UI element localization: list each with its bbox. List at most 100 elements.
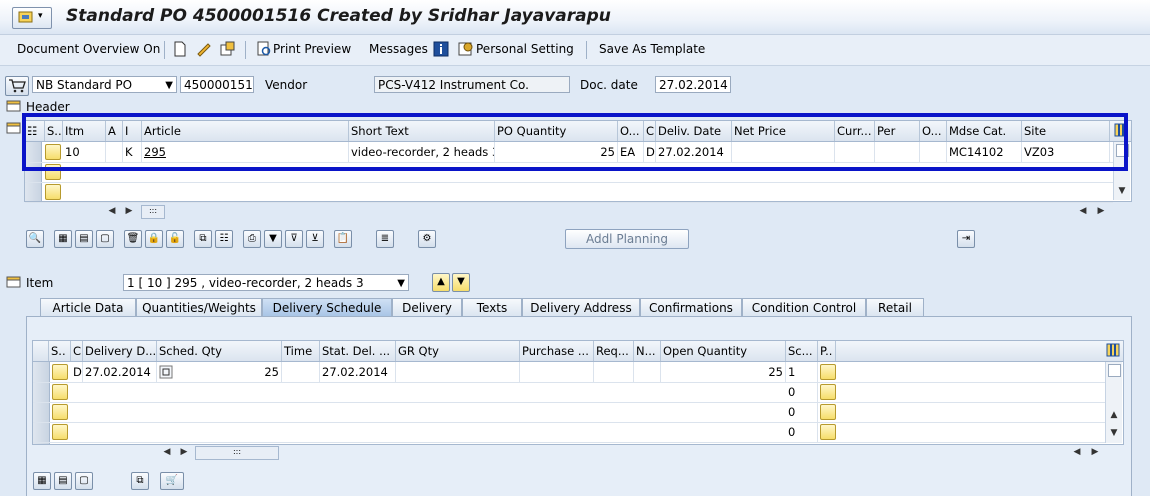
scroll-up-icon[interactable]: ▲: [1107, 408, 1121, 422]
scroll-left-icon[interactable]: ◀: [1070, 445, 1084, 459]
scroll-down-icon[interactable]: ▼: [1107, 426, 1121, 440]
col-header-select[interactable]: [33, 341, 49, 361]
scroll-right-icon[interactable]: ▶: [1094, 204, 1108, 218]
shopping-cart-button[interactable]: [5, 76, 29, 96]
save-layout-button[interactable]: 📋: [334, 230, 352, 248]
po-type-select[interactable]: NB Standard PO ▼: [32, 76, 177, 93]
details-button[interactable]: 🔍: [26, 230, 44, 248]
col-header[interactable]: Sched. Qty: [157, 341, 282, 361]
col-header[interactable]: N...: [634, 341, 661, 361]
display-change-icon[interactable]: [196, 41, 212, 57]
delete-filter-button[interactable]: ⊻: [306, 230, 324, 248]
other-document-icon[interactable]: [220, 41, 236, 57]
row-status-button[interactable]: [52, 424, 68, 440]
messages-button[interactable]: Messages: [369, 42, 428, 56]
horizontal-scroll-thumb[interactable]: :::: [195, 446, 279, 460]
schedule-counter[interactable]: 0: [786, 422, 818, 442]
scroll-down-icon[interactable]: ▼: [1115, 184, 1129, 198]
shopping-cart-button[interactable]: 🛒: [160, 472, 184, 490]
document-overview-button[interactable]: Document Overview On: [17, 42, 160, 56]
statistical-delivery-date[interactable]: 27.02.2014: [320, 362, 396, 382]
number-field[interactable]: [634, 362, 661, 382]
scroll-right-icon[interactable]: ▶: [122, 204, 136, 218]
scroll-right-icon[interactable]: ▶: [177, 445, 191, 459]
previous-item-button[interactable]: ▲: [432, 273, 450, 292]
gr-quantity[interactable]: [396, 362, 520, 382]
export-button[interactable]: ⇥: [957, 230, 975, 248]
open-quantity[interactable]: 25: [661, 362, 786, 382]
col-header[interactable]: C: [71, 341, 83, 361]
table-row[interactable]: 0: [33, 382, 1105, 403]
deselect-all-button[interactable]: ▢: [75, 472, 93, 490]
addl-planning-button[interactable]: Addl Planning: [565, 229, 689, 249]
delete-button[interactable]: 🗑: [124, 230, 142, 248]
table-row[interactable]: 0: [33, 402, 1105, 423]
tab-retail[interactable]: Retail: [866, 298, 924, 316]
scroll-right-icon[interactable]: ▶: [1088, 445, 1102, 459]
tab-article-data[interactable]: Article Data: [40, 298, 136, 316]
filter-button[interactable]: ▼: [264, 230, 282, 248]
scroll-left-icon[interactable]: ◀: [1076, 204, 1090, 218]
tab-texts[interactable]: Texts: [462, 298, 522, 316]
row-status-button[interactable]: [52, 364, 68, 380]
col-header[interactable]: S..: [49, 341, 71, 361]
tab-delivery[interactable]: Delivery: [392, 298, 462, 316]
table-row[interactable]: 0: [33, 422, 1105, 443]
item-select[interactable]: 1 [ 10 ] 295 , video-recorder, 2 heads 3…: [123, 274, 409, 291]
copy-icon[interactable]: [159, 365, 173, 379]
collapse-item-detail-icon[interactable]: [6, 275, 22, 289]
vendor-field[interactable]: PCS-V412 Instrument Co.: [374, 76, 570, 93]
set-filter-button[interactable]: ⊽: [285, 230, 303, 248]
print-button[interactable]: ⎙: [243, 230, 261, 248]
tab-confirmations[interactable]: Confirmations: [640, 298, 742, 316]
row-action-button[interactable]: [820, 384, 836, 400]
tab-delivery-address[interactable]: Delivery Address: [522, 298, 640, 316]
requisition-item[interactable]: [594, 362, 634, 382]
row-action-button[interactable]: [820, 364, 836, 380]
scroll-left-icon[interactable]: ◀: [105, 204, 119, 218]
tab-delivery-schedule[interactable]: Delivery Schedule: [262, 298, 392, 316]
expand-header-icon[interactable]: [6, 99, 22, 113]
unlock-button[interactable]: 🔓: [166, 230, 184, 248]
next-item-button[interactable]: ▼: [452, 273, 470, 292]
print-preview-button[interactable]: Print Preview: [273, 42, 351, 56]
services-button[interactable]: ⚙: [418, 230, 436, 248]
vertical-scrollbar[interactable]: ▲ ▼: [1105, 362, 1122, 443]
table-settings-icon[interactable]: [1106, 343, 1120, 357]
deselect-all-button[interactable]: ▢: [96, 230, 114, 248]
list-button[interactable]: ≣: [376, 230, 394, 248]
scroll-left-icon[interactable]: ◀: [160, 445, 174, 459]
delivery-time[interactable]: [282, 362, 320, 382]
horizontal-scroll-thumb[interactable]: :::: [141, 205, 165, 219]
row-status-button[interactable]: [52, 384, 68, 400]
col-header[interactable]: Purchase ...: [520, 341, 594, 361]
po-number-field[interactable]: 4500001516: [180, 76, 254, 93]
col-header[interactable]: Delivery D...: [83, 341, 157, 361]
copy-button[interactable]: ⧉: [194, 230, 212, 248]
col-header[interactable]: Open Quantity: [661, 341, 786, 361]
schedule-counter[interactable]: 1: [786, 362, 818, 382]
system-menu-button[interactable]: ▾: [12, 7, 52, 29]
col-header[interactable]: Sc...: [786, 341, 818, 361]
purchase-requisition[interactable]: [520, 362, 594, 382]
col-header[interactable]: GR Qty: [396, 341, 520, 361]
row-action-button[interactable]: [820, 404, 836, 420]
new-document-icon[interactable]: [173, 41, 187, 57]
table-button[interactable]: ☷: [215, 230, 233, 248]
table-row[interactable]: [25, 182, 1113, 203]
scroll-thumb[interactable]: [1108, 364, 1121, 377]
delivery-date[interactable]: 27.02.2014: [83, 362, 157, 382]
row-status-button[interactable]: [45, 184, 61, 200]
tab-condition-control[interactable]: Condition Control: [742, 298, 866, 316]
copy-button[interactable]: ⧉: [131, 472, 149, 490]
table-row[interactable]: D 27.02.2014 25 27.02.2014 25 1: [33, 362, 1105, 383]
save-as-template-button[interactable]: Save As Template: [599, 42, 705, 56]
select-block-button[interactable]: ▤: [75, 230, 93, 248]
col-header[interactable]: P..: [818, 341, 836, 361]
scheduled-quantity[interactable]: 25: [157, 362, 282, 382]
col-header[interactable]: Time: [282, 341, 320, 361]
doc-date-field[interactable]: 27.02.2014: [655, 76, 731, 93]
col-header[interactable]: Stat. Del. ...: [320, 341, 396, 361]
row-action-button[interactable]: [820, 424, 836, 440]
date-category[interactable]: D: [71, 362, 83, 382]
